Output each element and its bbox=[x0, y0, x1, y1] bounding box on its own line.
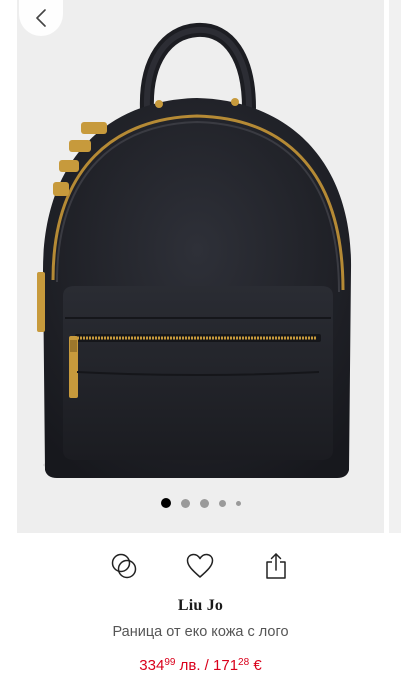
pagination-dot[interactable] bbox=[180, 498, 190, 508]
pagination-dot-active[interactable] bbox=[160, 498, 171, 508]
chevron-left-icon bbox=[36, 9, 46, 27]
price-bgn-whole: 334 bbox=[139, 657, 165, 674]
price-bgn-cents: 99 bbox=[164, 657, 176, 668]
gallery-pagination bbox=[17, 495, 384, 511]
wishlist-button[interactable] bbox=[182, 548, 218, 584]
pagination-dot[interactable] bbox=[218, 499, 226, 507]
product-price: 33499 лв. / 17128 € bbox=[0, 657, 401, 674]
share-button[interactable] bbox=[258, 548, 294, 584]
product-brand[interactable]: Liu Jo bbox=[0, 597, 401, 615]
share-icon bbox=[266, 553, 286, 579]
product-image-gallery[interactable] bbox=[0, 0, 401, 533]
compare-circles-icon bbox=[111, 553, 137, 579]
product-name: Раница от еко кожа с лого bbox=[112, 624, 289, 640]
pagination-dot[interactable] bbox=[235, 500, 241, 506]
compare-button[interactable] bbox=[106, 548, 142, 584]
next-slide-peek[interactable] bbox=[389, 0, 401, 533]
product-actions bbox=[0, 548, 401, 584]
price-eur-unit: € bbox=[249, 657, 262, 674]
product-photo bbox=[17, 0, 384, 533]
pagination-dot[interactable] bbox=[199, 498, 209, 508]
heart-icon bbox=[186, 553, 214, 578]
price-eur-whole: 171 bbox=[213, 657, 239, 674]
price-bgn-unit: лв. / bbox=[175, 657, 214, 674]
gallery-slide[interactable] bbox=[17, 0, 384, 533]
price-eur-cents: 28 bbox=[238, 657, 250, 668]
